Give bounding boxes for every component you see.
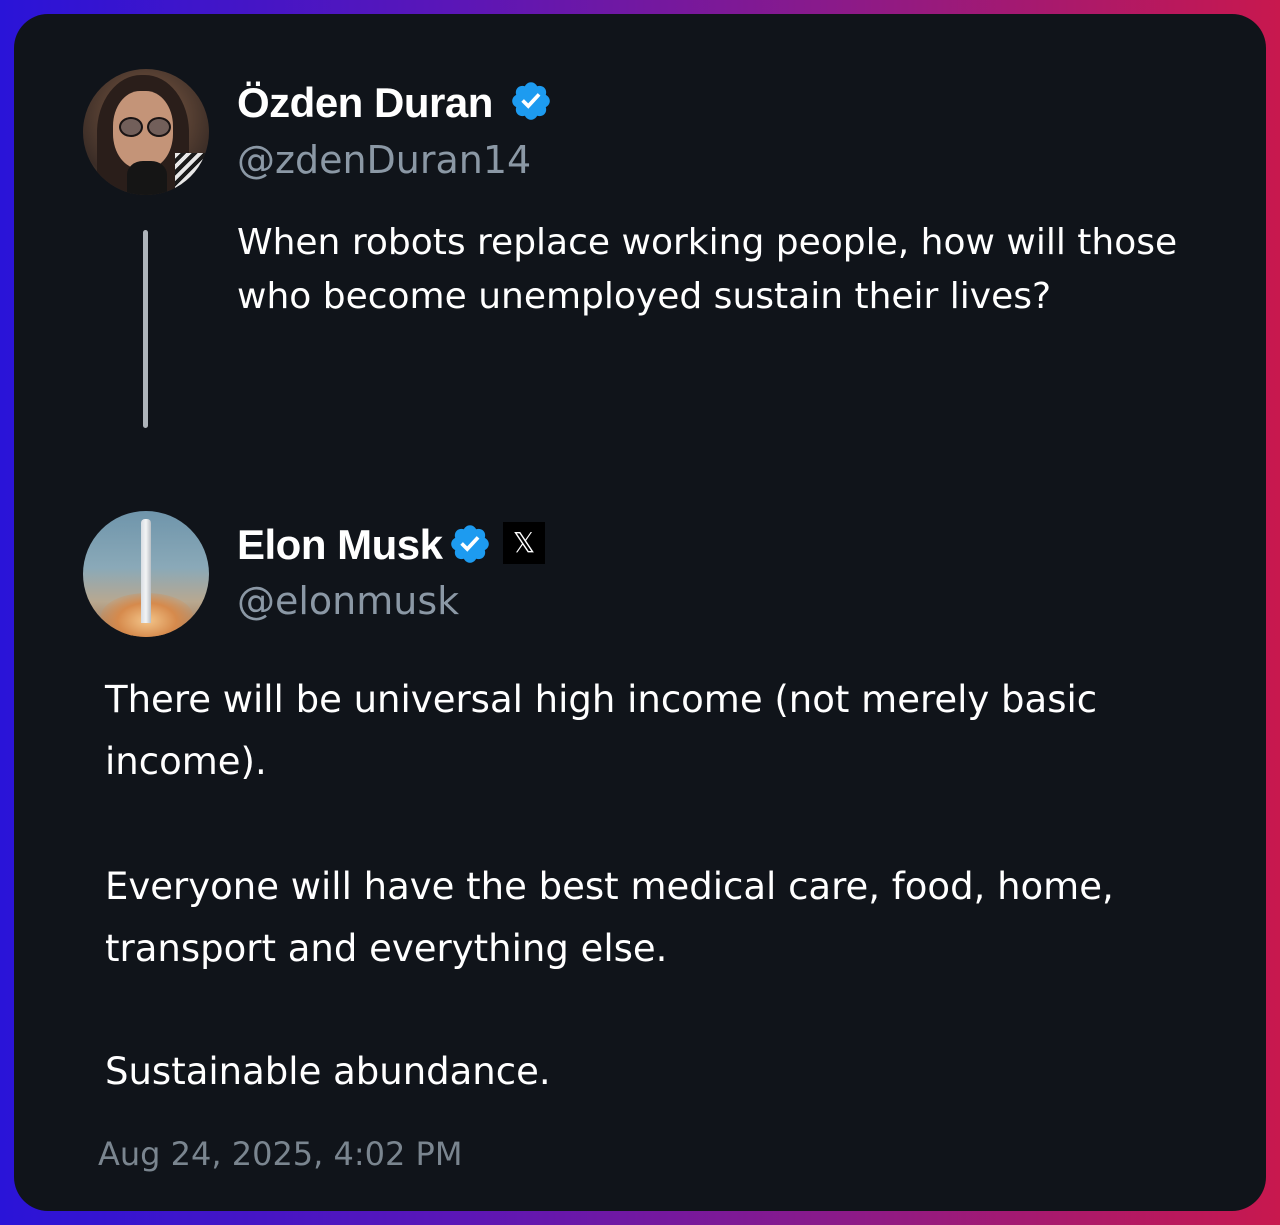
author-handle-ozden[interactable]: @zdenDuran14 — [237, 141, 531, 179]
sunglasses-right — [147, 117, 171, 137]
verified-badge-icon — [451, 525, 489, 563]
author-name-elon[interactable]: Elon Musk — [237, 524, 443, 566]
avatar-ozden-duran[interactable] — [83, 69, 209, 195]
thread-connector-line — [143, 230, 148, 428]
verified-badge-icon — [512, 82, 550, 120]
author-name-ozden[interactable]: Özden Duran — [237, 82, 493, 124]
sunglasses-left — [119, 117, 143, 137]
author-handle-elon[interactable]: @elonmusk — [237, 582, 459, 620]
striped-shirt — [175, 153, 205, 193]
rocket-body — [141, 519, 151, 623]
x-logo-icon[interactable]: 𝕏 — [503, 522, 545, 564]
quoted-post-text: When robots replace working people, how … — [237, 222, 1178, 317]
post-timestamp[interactable]: Aug 24, 2025, 4:02 PM — [98, 1138, 462, 1170]
post-card: Özden Duran @zdenDuran14 When robots rep… — [14, 14, 1266, 1211]
microphone — [127, 161, 167, 195]
reply-paragraph-2: Everyone will have the best medical care… — [105, 865, 1114, 970]
avatar-elon-musk[interactable] — [83, 511, 209, 637]
reply-paragraph-1: There will be universal high income (not… — [105, 678, 1098, 783]
reply-paragraph-3: Sustainable abundance. — [105, 1050, 551, 1093]
